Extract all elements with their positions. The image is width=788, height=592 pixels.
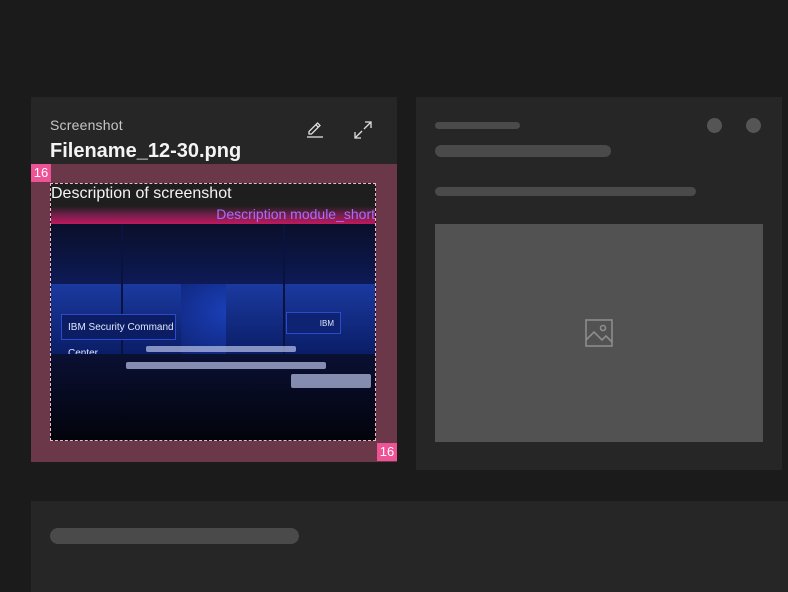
skeleton-line <box>435 145 611 157</box>
module-tag: Description module_short <box>216 206 375 222</box>
screenshot-card: Screenshot Filename_12-30.png 16 16 Desc… <box>31 97 397 462</box>
screenshot-image: IBM Security Command Center IBM <box>51 224 375 440</box>
photo-desk <box>146 346 296 352</box>
skeleton-line <box>50 528 299 544</box>
dot-icon <box>746 118 761 133</box>
bottom-skeleton-panel <box>31 501 788 592</box>
photo-ceiling <box>51 224 375 284</box>
maximize-button[interactable] <box>352 119 374 141</box>
photo-screen-right: IBM <box>286 312 341 334</box>
dot-icon <box>707 118 722 133</box>
skeleton-line <box>435 187 696 196</box>
spacing-badge-top: 16 <box>31 164 51 182</box>
spacing-badge-bottom: 16 <box>377 443 397 461</box>
skeleton-card <box>416 97 782 470</box>
screenshot-description: Description of screenshot <box>51 185 232 202</box>
description-module: Description of screenshot Description mo… <box>50 183 376 441</box>
image-icon <box>585 319 613 347</box>
photo-screen-left: IBM Security Command Center <box>61 314 176 359</box>
maximize-icon <box>354 121 372 139</box>
card-eyebrow: Screenshot <box>50 117 123 133</box>
card-filename: Filename_12-30.png <box>50 140 242 162</box>
photo-desk <box>126 362 326 369</box>
image-placeholder <box>435 224 763 442</box>
edit-button[interactable] <box>304 119 326 141</box>
skeleton-line <box>435 122 520 129</box>
photo-desk <box>291 374 371 388</box>
edit-icon <box>307 122 323 138</box>
